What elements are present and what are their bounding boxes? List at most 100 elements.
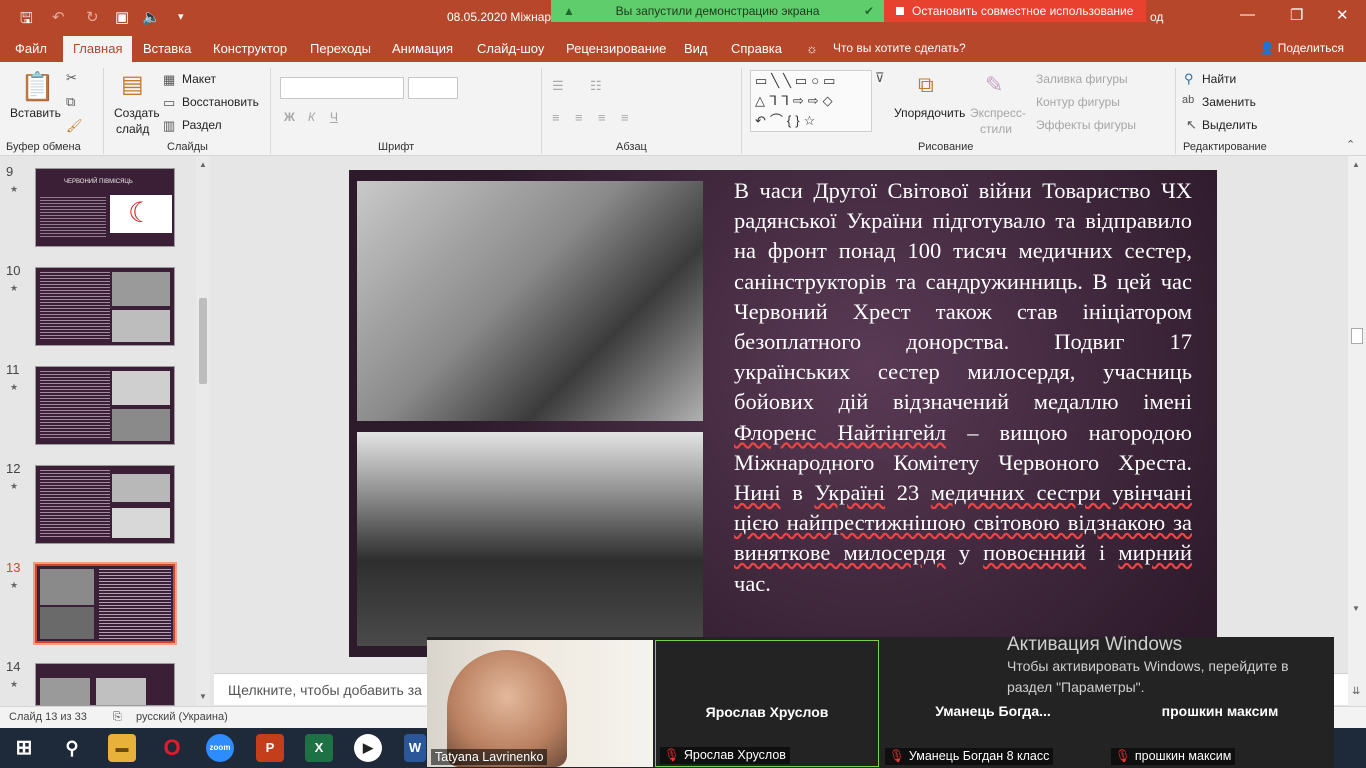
customize-toolbar-icon[interactable]: ▾ (178, 10, 184, 23)
scroll-up-icon[interactable]: ▲ (199, 160, 207, 169)
tab-home[interactable]: Главная (63, 36, 133, 62)
animation-star-icon: ★ (10, 481, 19, 491)
tab-review[interactable]: Рецензирование (566, 41, 666, 56)
redo-icon[interactable]: ↻ (86, 8, 99, 26)
screen-share-status: Вы запустили демонстрацию экрана (615, 4, 820, 18)
editor-scrollbar[interactable]: ▲ ▼ ⇊ (1348, 156, 1366, 706)
shape-effects-button[interactable]: Эффекты фигуры (1036, 118, 1136, 132)
bold-button[interactable]: Ж (284, 110, 295, 124)
replace-button[interactable]: Заменить (1202, 95, 1256, 109)
start-icon[interactable]: ⊞ (10, 734, 38, 762)
numbering-icon[interactable]: ☷ (590, 78, 602, 94)
participant-tile[interactable]: Ярослав Хруслов 🎙 Ярослав Хруслов (655, 640, 879, 767)
stop-share-button[interactable]: Остановить совместное использование (884, 0, 1146, 22)
word-icon[interactable]: W (404, 734, 426, 762)
cut-icon[interactable]: ✂ (66, 70, 77, 86)
arrange-icon[interactable]: ⧉ (918, 72, 934, 98)
scroll-down-icon[interactable]: ▼ (1352, 604, 1360, 613)
quick-styles-icon[interactable]: ✎ (985, 72, 1003, 98)
section-icon: ▥ (163, 118, 176, 133)
scroll-up-icon[interactable]: ▲ (1352, 160, 1360, 169)
volume-icon[interactable]: 🔈 (142, 8, 161, 26)
collapse-ribbon-icon[interactable]: ⌃ (1346, 138, 1355, 151)
tab-insert[interactable]: Вставка (143, 41, 191, 56)
spellcheck-icon[interactable]: ⎘ (113, 711, 122, 724)
minimize-icon[interactable]: — (1240, 6, 1255, 23)
align-left-icon[interactable]: ≡ (552, 110, 560, 125)
copy-icon[interactable]: ⧉ (66, 94, 75, 110)
gallery-scroll-icon[interactable]: ⊽ (875, 70, 885, 86)
select-button[interactable]: Выделить (1202, 118, 1257, 132)
nurses-group-photo[interactable] (357, 432, 703, 646)
scrollbar-thumb[interactable] (1351, 328, 1363, 344)
restore-icon[interactable]: ❐ (1290, 6, 1303, 24)
tell-me-search[interactable]: Что вы хотите сделать? (833, 41, 966, 55)
slide-thumbnail-10[interactable] (35, 267, 175, 346)
language-indicator[interactable]: русский (Украина) (136, 711, 228, 723)
participant-name-label: 🎙 Уманець Богдан 8 класс (885, 748, 1054, 765)
excel-icon[interactable]: X (305, 734, 333, 762)
thumbnail-image (112, 310, 170, 342)
share-button[interactable]: 👤 Поделиться (1259, 41, 1344, 55)
slide-number: 14 (6, 659, 21, 674)
reset-button[interactable]: Восстановить (182, 95, 259, 109)
zoom-icon[interactable]: zoom (206, 734, 234, 762)
align-center-icon[interactable]: ≡ (575, 110, 583, 125)
tab-animations[interactable]: Анимация (392, 41, 453, 56)
powerpoint-icon[interactable]: P (256, 734, 284, 762)
underline-button[interactable]: Ч (330, 110, 338, 124)
quick-styles-button-line2[interactable]: стили (980, 122, 1012, 136)
paste-button[interactable]: Вставить (10, 106, 61, 120)
nurse-photo[interactable] (357, 181, 703, 421)
tab-file[interactable]: Файл (15, 41, 47, 56)
font-family-combo[interactable] (280, 77, 404, 99)
slide-thumbnail-13[interactable] (33, 562, 177, 645)
slide-thumbnail-14[interactable] (35, 663, 175, 706)
new-slide-button[interactable]: Создать (114, 106, 160, 120)
media-player-icon[interactable]: ▶ (354, 734, 382, 762)
align-right-icon[interactable]: ≡ (598, 110, 606, 125)
next-slide-icon[interactable]: ⇊ (1352, 686, 1360, 697)
slide-text-box[interactable]: В часи Другої Світової війни Товариство … (734, 176, 1192, 599)
paste-icon[interactable]: 📋 (20, 70, 55, 103)
slide-thumbnail-9[interactable]: ЧЕРВОНИЙ ПІВМІСЯЦЬ ☾ (35, 168, 175, 247)
slide-thumbnail-12[interactable] (35, 465, 175, 544)
shapes-gallery[interactable]: ▭╲╲▭○▭ △ᒣᒣ⇨⇨◇ ↶⌒{}☆ (750, 70, 872, 132)
search-icon[interactable]: ⚲ (58, 734, 86, 762)
arrange-button[interactable]: Упорядочить (894, 106, 965, 120)
self-video-tile[interactable]: Tatyana Lavrinenko (427, 640, 653, 767)
activation-line-1: Чтобы активировать Windows, перейдите в (1007, 658, 1289, 674)
file-explorer-icon[interactable]: ▬ (108, 734, 136, 762)
thumbnail-text (99, 569, 171, 639)
save-icon[interactable]: 🖫 (20, 8, 33, 33)
section-button[interactable]: Раздел (182, 118, 222, 132)
format-painter-icon[interactable]: 🖌 (66, 118, 83, 134)
quick-styles-button[interactable]: Экспресс- (970, 106, 1026, 120)
new-slide-button-line2[interactable]: слайд (116, 122, 149, 136)
close-icon[interactable]: ✕ (1336, 6, 1349, 24)
tab-view[interactable]: Вид (684, 41, 708, 56)
tab-help[interactable]: Справка (731, 41, 782, 56)
tab-design[interactable]: Конструктор (213, 41, 287, 56)
shape-fill-button[interactable]: Заливка фигуры (1036, 72, 1128, 86)
justify-icon[interactable]: ≡ (621, 110, 629, 125)
present-from-start-icon[interactable]: ▣ (115, 8, 129, 26)
tab-transitions[interactable]: Переходы (310, 41, 371, 56)
scrollbar-thumb[interactable] (199, 298, 207, 384)
layout-button[interactable]: Макет (182, 72, 216, 86)
thumbnail-image (112, 508, 170, 538)
bullets-icon[interactable]: ☰ (552, 78, 564, 94)
new-slide-icon[interactable]: ▤ (121, 70, 144, 99)
tab-slideshow[interactable]: Слайд-шоу (477, 41, 544, 56)
slide-canvas[interactable]: В часи Другої Світової війни Товариство … (349, 170, 1217, 657)
shape-outline-button[interactable]: Контур фигуры (1036, 95, 1120, 109)
find-button[interactable]: Найти (1202, 72, 1236, 86)
opera-icon[interactable]: O (158, 734, 186, 762)
animation-star-icon: ★ (10, 283, 19, 293)
thumbnail-scrollbar[interactable]: ▲ ▼ (196, 156, 210, 706)
scroll-down-icon[interactable]: ▼ (199, 692, 207, 701)
italic-button[interactable]: К (308, 110, 315, 124)
slide-thumbnail-11[interactable] (35, 366, 175, 445)
undo-icon[interactable]: ↶ (52, 8, 65, 26)
font-size-combo[interactable] (408, 77, 458, 99)
